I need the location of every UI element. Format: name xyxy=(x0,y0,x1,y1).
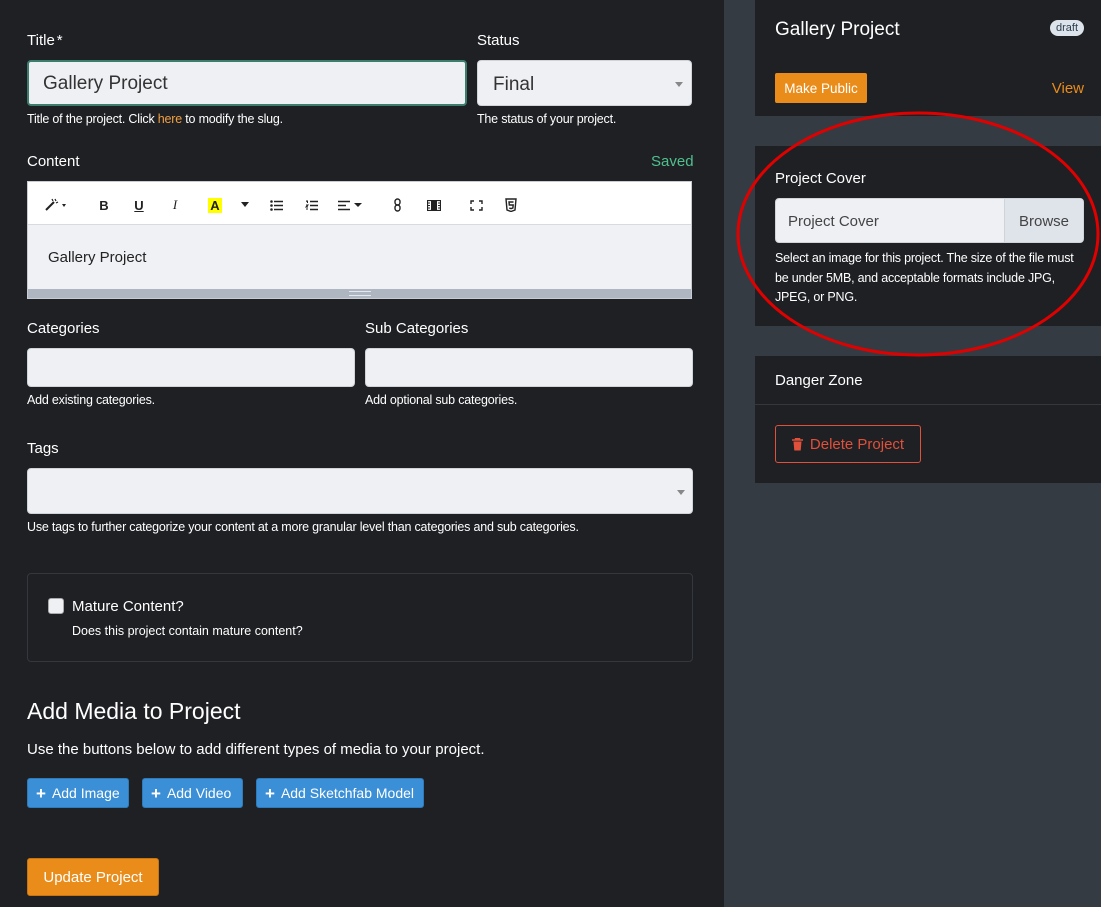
status-badge: draft xyxy=(1049,20,1084,36)
delete-project-label: Delete Project xyxy=(809,435,905,453)
magic-wand-icon[interactable] xyxy=(42,196,72,214)
title-input-value: Gallery Project xyxy=(43,73,168,94)
editor-content[interactable]: Gallery Project xyxy=(48,249,146,266)
underline-icon[interactable]: U xyxy=(132,196,146,214)
project-summary-card: Gallery Project draft Make Public View xyxy=(755,0,1101,116)
chevron-down-icon xyxy=(677,490,685,495)
add-sketchfab-label: Add Sketchfab Model xyxy=(280,785,415,801)
bold-icon[interactable]: B xyxy=(97,196,111,214)
title-label: Title * xyxy=(27,32,63,49)
add-image-label: Add Image xyxy=(51,785,120,801)
title-help-prefix: Title of the project. Click xyxy=(27,112,158,126)
delete-project-button[interactable]: Delete Project xyxy=(775,425,921,463)
subcategories-help: Add optional sub categories. xyxy=(365,393,518,407)
plus-icon: + xyxy=(36,783,46,803)
content-label: Content xyxy=(27,153,80,170)
danger-divider xyxy=(755,404,1101,405)
categories-input[interactable] xyxy=(27,348,355,387)
mature-content-box: Mature Content? Does this project contai… xyxy=(27,573,693,662)
mature-label[interactable]: Mature Content? xyxy=(72,598,184,615)
chevron-down-icon xyxy=(675,82,683,87)
sidebar-project-title: Gallery Project xyxy=(775,19,900,40)
add-sketchfab-button[interactable]: + Add Sketchfab Model xyxy=(256,778,424,808)
media-description: Use the buttons below to add different t… xyxy=(27,741,485,758)
required-marker: * xyxy=(56,32,63,49)
status-help: The status of your project. xyxy=(477,112,617,126)
html5-code-icon[interactable] xyxy=(503,196,519,214)
make-public-button[interactable]: Make Public xyxy=(775,73,867,103)
media-heading: Add Media to Project xyxy=(27,698,241,724)
slug-link[interactable]: here xyxy=(158,112,182,126)
categories-help: Add existing categories. xyxy=(27,393,155,407)
add-image-button[interactable]: + Add Image xyxy=(27,778,129,808)
annotation-ellipse xyxy=(736,111,1100,357)
rich-text-editor: B U I A Gallery Project xyxy=(27,181,692,299)
ordered-list-icon[interactable] xyxy=(304,196,318,214)
paragraph-align-icon[interactable] xyxy=(338,196,366,214)
tags-input[interactable] xyxy=(27,468,693,514)
main-panel xyxy=(0,0,724,907)
status-select[interactable]: Final xyxy=(477,60,692,106)
add-video-label: Add Video xyxy=(166,785,232,801)
trash-icon xyxy=(791,437,803,450)
update-project-button[interactable]: Update Project xyxy=(27,858,159,896)
title-help: Title of the project. Click here to modi… xyxy=(27,112,283,126)
plus-icon: + xyxy=(151,783,161,803)
categories-label: Categories xyxy=(27,320,100,337)
fullscreen-icon[interactable] xyxy=(468,196,484,214)
editor-toolbar: B U I A xyxy=(28,182,691,225)
mature-help: Does this project contain mature content… xyxy=(72,624,303,638)
plus-icon: + xyxy=(265,783,275,803)
video-icon[interactable] xyxy=(426,196,442,214)
font-color-icon[interactable]: A xyxy=(208,198,222,213)
status-select-value: Final xyxy=(493,74,535,95)
title-label-text: Title xyxy=(27,32,55,49)
danger-zone-card: Danger Zone Delete Project xyxy=(755,356,1101,483)
title-help-suffix: to modify the slug. xyxy=(182,112,283,126)
tags-help: Use tags to further categorize your cont… xyxy=(27,520,579,534)
title-input[interactable]: Gallery Project xyxy=(27,60,467,106)
saved-indicator: Saved xyxy=(651,153,694,170)
subcategories-input[interactable] xyxy=(365,348,693,387)
add-video-button[interactable]: + Add Video xyxy=(142,778,243,808)
font-color-dropdown-icon[interactable] xyxy=(240,196,250,214)
link-icon[interactable] xyxy=(393,196,403,214)
italic-icon[interactable]: I xyxy=(169,196,181,214)
danger-zone-title: Danger Zone xyxy=(775,372,863,389)
view-link[interactable]: View xyxy=(1052,80,1084,97)
subcategories-label: Sub Categories xyxy=(365,320,469,337)
unordered-list-icon[interactable] xyxy=(269,196,283,214)
editor-resize-bar[interactable] xyxy=(28,289,691,298)
resize-grip-icon[interactable] xyxy=(349,291,371,296)
mature-checkbox[interactable] xyxy=(48,598,64,614)
status-label: Status xyxy=(477,32,520,49)
tags-label: Tags xyxy=(27,440,59,457)
